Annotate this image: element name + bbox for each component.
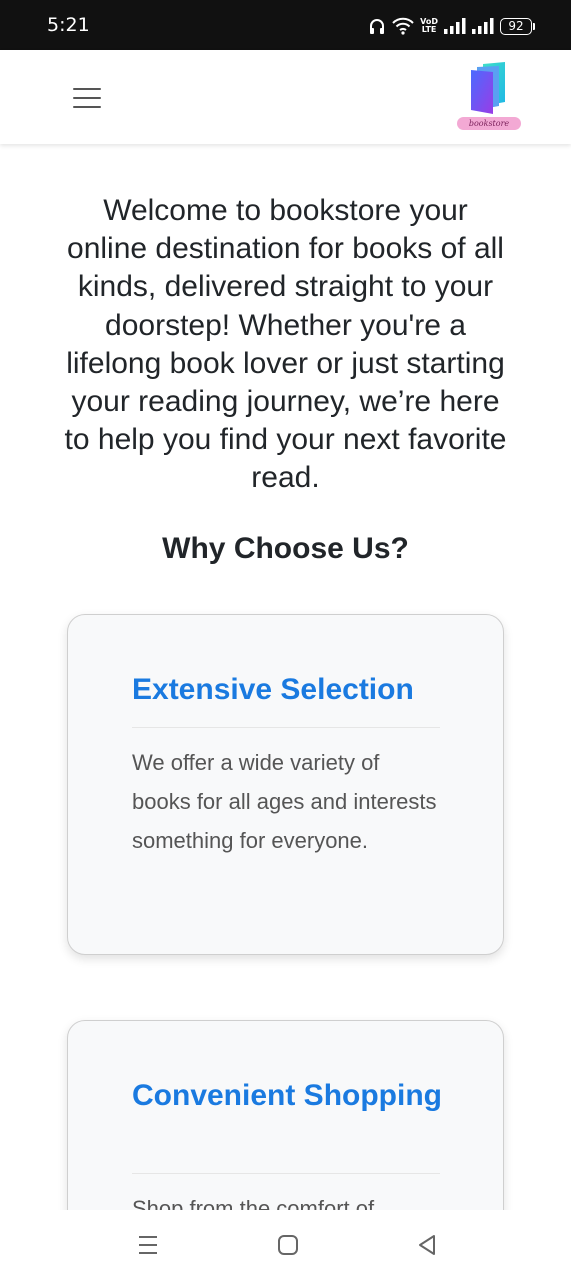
status-bar: 5:21 VoD LTE 92 [0,0,571,50]
back-icon[interactable] [414,1232,440,1258]
hamburger-menu-icon[interactable] [73,87,101,109]
wifi-icon [392,17,414,35]
why-choose-us-heading: Why Choose Us? [162,532,409,565]
card-divider [132,1173,440,1174]
battery-level: 92 [500,17,532,35]
feature-title: Extensive Selection [132,673,414,706]
feature-card: Extensive Selection We offer a wide vari… [67,614,504,955]
headphones-icon [368,17,386,35]
feature-card: Convenient Shopping Shop from the comfor… [67,1020,504,1210]
main-content: Welcome to bookstore your online destina… [0,144,571,1210]
battery-icon: 92 [500,17,535,35]
feature-description: We offer a wide variety of books for all… [132,750,437,853]
recent-apps-icon[interactable] [135,1232,161,1258]
book-logo-icon [471,62,505,114]
volte-indicator: VoD LTE [420,18,438,34]
feature-title: Convenient Shopping [132,1079,442,1112]
system-nav-bar [0,1210,571,1280]
logo[interactable]: bookstore [455,62,523,132]
site-header: bookstore [0,50,571,144]
signal-icon [472,18,494,34]
status-icons: VoD LTE 92 [368,15,535,37]
intro-text: Welcome to bookstore your online destina… [64,194,507,495]
volte-line-2: LTE [421,25,437,34]
card-divider [132,727,440,728]
logo-text: bookstore [457,117,521,130]
signal-icon [444,18,466,34]
home-icon[interactable] [275,1232,301,1258]
status-time: 5:21 [47,14,90,36]
feature-description: Shop from the comfort of [132,1196,375,1210]
